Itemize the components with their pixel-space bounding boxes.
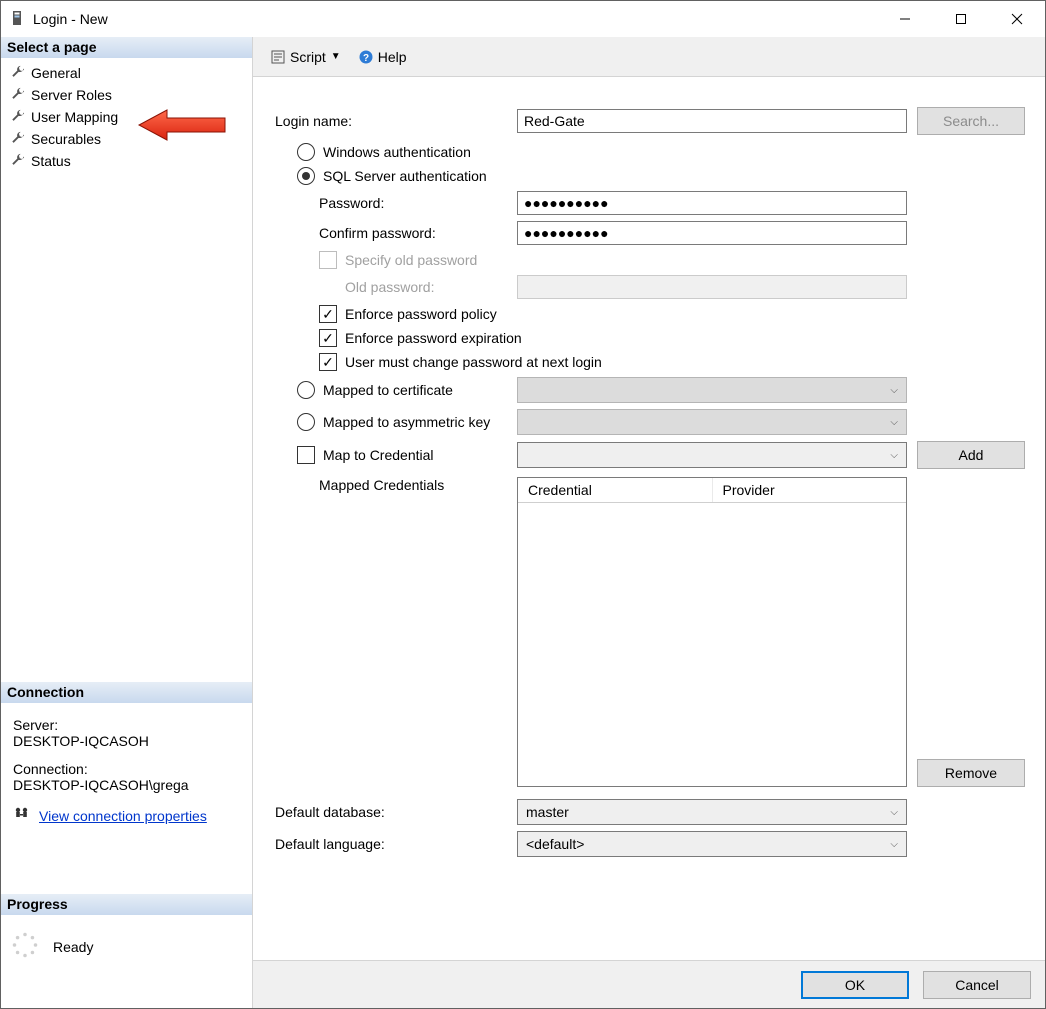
select-page-header: Select a page [1,37,252,58]
maximize-button[interactable] [933,1,989,37]
enforce-policy-checkbox[interactable]: ✓ Enforce password policy [271,305,1027,323]
col-credential: Credential [518,478,713,502]
chevron-down-icon: ⌵ [890,807,898,818]
password-input[interactable] [517,191,907,215]
checkbox-icon: ✓ [319,353,337,371]
login-name-input[interactable] [517,109,907,133]
script-label: Script [290,49,326,65]
checkbox-icon: ✓ [319,329,337,347]
default-lang-select[interactable]: <default> ⌵ [517,831,907,857]
wrench-icon [11,109,25,126]
cancel-button[interactable]: Cancel [923,971,1031,999]
nav-label: Securables [31,131,101,147]
default-db-select[interactable]: master ⌵ [517,799,907,825]
default-db-value: master [526,804,569,820]
confirm-password-input[interactable] [517,221,907,245]
wrench-icon [11,65,25,82]
login-name-label: Login name: [271,113,517,129]
connection-block: Server: DESKTOP-IQCASOH Connection: DESK… [1,703,252,834]
asym-select: ⌵ [517,409,907,435]
old-password-input [517,275,907,299]
ok-button[interactable]: OK [801,971,909,999]
server-label: Server: [13,717,242,733]
enforce-expiration-checkbox[interactable]: ✓ Enforce password expiration [271,329,1027,347]
radio-icon[interactable] [297,413,315,431]
chevron-down-icon: ▼ [331,51,341,62]
checkbox-icon [319,251,337,269]
default-db-label: Default database: [271,804,517,820]
map-cred-label: Map to Credential [323,447,434,463]
enforce-policy-label: Enforce password policy [345,306,497,322]
app-icon [9,10,25,29]
map-cred-checkbox[interactable] [297,446,315,464]
sidebar-item-server-roles[interactable]: Server Roles [7,84,246,106]
add-button[interactable]: Add [917,441,1025,469]
page-nav: General Server Roles User Mapping [1,58,252,176]
help-button[interactable]: ? Help [353,45,413,69]
sql-auth-radio[interactable]: SQL Server authentication [271,167,1027,185]
enforce-expiration-label: Enforce password expiration [345,330,522,346]
svg-text:?: ? [363,53,369,64]
cert-select: ⌵ [517,377,907,403]
window-title: Login - New [33,11,108,27]
must-change-label: User must change password at next login [345,354,602,370]
chevron-down-icon: ⌵ [890,417,898,428]
pointer-arrow-icon [137,108,227,142]
sql-auth-label: SQL Server authentication [323,168,487,184]
connection-label: Connection: [13,761,242,777]
remove-button[interactable]: Remove [917,759,1025,787]
progress-header: Progress [1,894,252,915]
search-button[interactable]: Search... [917,107,1025,135]
mapped-cert-label: Mapped to certificate [323,382,453,398]
mapped-asym-label: Mapped to asymmetric key [323,414,490,430]
windows-auth-label: Windows authentication [323,144,471,160]
specify-old-label: Specify old password [345,252,477,268]
must-change-checkbox[interactable]: ✓ User must change password at next logi… [271,353,1027,371]
script-button[interactable]: Script ▼ [265,45,347,69]
view-connection-properties-link[interactable]: View connection properties [39,808,207,824]
windows-auth-radio[interactable]: Windows authentication [271,143,1027,161]
close-button[interactable] [989,1,1045,37]
sidebar-item-status[interactable]: Status [7,150,246,172]
server-value: DESKTOP-IQCASOH [13,733,242,749]
col-provider: Provider [713,478,907,502]
connection-value: DESKTOP-IQCASOH\grega [13,777,242,793]
help-label: Help [378,49,407,65]
radio-icon[interactable] [297,381,315,399]
mapped-credentials-label: Mapped Credentials [271,477,517,493]
specify-old-password-checkbox[interactable]: Specify old password [271,251,1027,269]
nav-label: User Mapping [31,109,118,125]
credential-select[interactable]: ⌵ [517,442,907,468]
password-label: Password: [271,195,517,211]
credentials-table[interactable]: Credential Provider [517,477,907,787]
nav-label: Status [31,153,71,169]
default-lang-value: <default> [526,836,584,852]
connection-icon [13,805,31,826]
chevron-down-icon: ⌵ [890,450,898,461]
old-password-label: Old password: [271,279,517,295]
wrench-icon [11,131,25,148]
checkbox-icon: ✓ [319,305,337,323]
connection-header: Connection [1,682,252,703]
minimize-button[interactable] [877,1,933,37]
sidebar-item-general[interactable]: General [7,62,246,84]
default-lang-label: Default language: [271,836,517,852]
chevron-down-icon: ⌵ [890,839,898,850]
radio-icon [297,143,315,161]
confirm-password-label: Confirm password: [271,225,517,241]
title-bar: Login - New [1,1,1045,37]
progress-status: Ready [53,939,93,955]
wrench-icon [11,87,25,104]
spinner-icon [11,931,39,962]
wrench-icon [11,153,25,170]
nav-label: General [31,65,81,81]
nav-label: Server Roles [31,87,112,103]
radio-icon [297,167,315,185]
chevron-down-icon: ⌵ [890,385,898,396]
